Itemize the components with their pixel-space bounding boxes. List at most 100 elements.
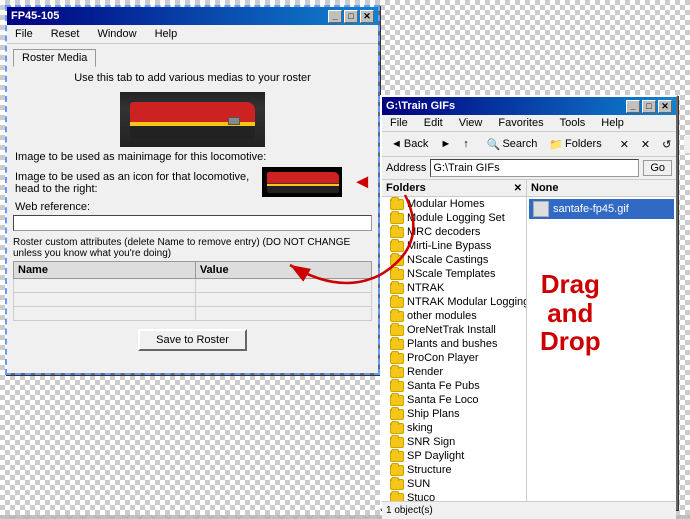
exp-menu-view[interactable]: View xyxy=(455,116,487,130)
delete-button[interactable]: ✕ xyxy=(615,136,634,153)
tab-roster-media[interactable]: Roster Media xyxy=(13,49,96,67)
explorer-toolbar: ◄ Back ► ↑ 🔍 Search 📁 Folders ✕ ✕ ↺ ▦ xyxy=(382,132,676,157)
search-button[interactable]: 🔍 Search xyxy=(482,136,543,153)
explorer-titlebar: G:\Train GIFs _ □ ✕ xyxy=(382,97,676,115)
menu-help[interactable]: Help xyxy=(151,27,182,41)
move-button[interactable]: ✕ xyxy=(636,136,655,153)
table-cell-name[interactable] xyxy=(14,279,196,293)
table-cell-value[interactable] xyxy=(195,279,371,293)
main-title: FP45-105 xyxy=(11,10,59,22)
tree-item[interactable]: Santa Fe Loco xyxy=(382,393,526,407)
main-titlebar-buttons: _ □ ✕ xyxy=(328,10,374,23)
main-image-area xyxy=(13,92,372,147)
forward-button[interactable]: ► xyxy=(435,136,456,152)
exp-menu-edit[interactable]: Edit xyxy=(420,116,447,130)
menu-reset[interactable]: Reset xyxy=(47,27,84,41)
main-window: FP45-105 _ □ ✕ File Reset Window Help Ro… xyxy=(5,5,380,375)
custom-attrs-section: Roster custom attributes (delete Name to… xyxy=(13,237,372,321)
file-item[interactable]: santafe-fp45.gif xyxy=(529,199,674,219)
tree-item[interactable]: Render xyxy=(382,365,526,379)
folder-icon xyxy=(390,493,404,502)
tree-item[interactable]: other modules xyxy=(382,309,526,323)
tree-item[interactable]: ProCon Player xyxy=(382,351,526,365)
minimize-button[interactable]: _ xyxy=(328,10,342,23)
explorer-minimize-button[interactable]: _ xyxy=(626,100,640,113)
table-cell-value[interactable] xyxy=(195,293,371,307)
right-panel-content[interactable]: santafe-fp45.gif xyxy=(527,197,676,501)
main-titlebar: FP45-105 _ □ ✕ xyxy=(7,7,378,25)
icon-loco-image[interactable] xyxy=(262,167,342,197)
go-button[interactable]: Go xyxy=(643,160,672,176)
tree-close-button[interactable]: ✕ xyxy=(514,183,522,194)
tree-item[interactable]: Santa Fe Pubs xyxy=(382,379,526,393)
explorer-maximize-button[interactable]: □ xyxy=(642,100,656,113)
tree-item[interactable]: Ship Plans xyxy=(382,407,526,421)
tree-item[interactable]: NTRAK Modular Logging xyxy=(382,295,526,309)
menu-file[interactable]: File xyxy=(11,27,37,41)
tree-item[interactable]: Plants and bushes xyxy=(382,337,526,351)
tree-item[interactable]: SP Daylight xyxy=(382,449,526,463)
folder-icon xyxy=(390,423,404,434)
main-loco-image[interactable] xyxy=(120,92,265,147)
tree-item[interactable]: SUN xyxy=(382,477,526,491)
maximize-button[interactable]: □ xyxy=(344,10,358,23)
views-button[interactable]: ▦ xyxy=(684,136,690,153)
explorer-statusbar: 1 object(s) xyxy=(382,501,676,519)
tree-item[interactable]: Modular Homes xyxy=(382,197,526,211)
folder-icon xyxy=(390,451,404,462)
icon-image-label: Image to be used as an icon for that loc… xyxy=(15,171,252,195)
right-panel-header: None xyxy=(527,180,676,197)
tree-item[interactable]: MRC decoders xyxy=(382,225,526,239)
attrs-table: Name Value xyxy=(13,261,372,321)
explorer-title: G:\Train GIFs xyxy=(386,100,455,112)
explorer-titlebar-buttons: _ □ ✕ xyxy=(626,100,672,113)
table-row xyxy=(14,279,372,293)
tree-item[interactable]: Mirti-Line Bypass xyxy=(382,239,526,253)
exp-menu-file[interactable]: File xyxy=(386,116,412,130)
explorer-menubar: File Edit View Favorites Tools Help xyxy=(382,115,676,132)
folder-icon xyxy=(390,297,404,308)
tree-item[interactable]: Module Logging Set xyxy=(382,211,526,225)
table-cell-value[interactable] xyxy=(195,307,371,321)
tree-item[interactable]: SNR Sign xyxy=(382,435,526,449)
tree-item[interactable]: Structure xyxy=(382,463,526,477)
exp-menu-help[interactable]: Help xyxy=(597,116,628,130)
close-button[interactable]: ✕ xyxy=(360,10,374,23)
table-cell-name[interactable] xyxy=(14,293,196,307)
tab-bar: Roster Media xyxy=(7,44,378,66)
exp-menu-tools[interactable]: Tools xyxy=(556,116,590,130)
save-to-roster-button[interactable]: Save to Roster xyxy=(138,329,247,351)
search-icon: 🔍 xyxy=(487,138,501,151)
address-input[interactable] xyxy=(430,159,639,177)
status-text: 1 object(s) xyxy=(386,505,433,516)
folder-icon xyxy=(390,213,404,224)
address-label: Address xyxy=(386,162,426,174)
address-bar: Address Go xyxy=(382,157,676,180)
back-button[interactable]: ◄ Back xyxy=(386,136,433,152)
folder-icon xyxy=(390,241,404,252)
file-icon xyxy=(533,201,549,217)
tree-item[interactable]: sking xyxy=(382,421,526,435)
menu-window[interactable]: Window xyxy=(93,27,140,41)
up-button[interactable]: ↑ xyxy=(458,136,474,152)
tree-item[interactable]: NScale Templates xyxy=(382,267,526,281)
table-cell-name[interactable] xyxy=(14,307,196,321)
right-panel: None santafe-fp45.gif xyxy=(527,180,676,501)
folder-icon xyxy=(390,325,404,336)
folder-icon xyxy=(390,339,404,350)
folder-tree[interactable]: Folders ✕ Modular HomesModule Logging Se… xyxy=(382,180,527,501)
tree-item[interactable]: OreNetTrak Install xyxy=(382,323,526,337)
folders-button[interactable]: 📁 Folders xyxy=(544,136,606,153)
forward-icon: ► xyxy=(440,138,451,150)
exp-menu-favorites[interactable]: Favorites xyxy=(494,116,547,130)
name-col-header: Name xyxy=(14,262,196,279)
tree-item[interactable]: NScale Castings xyxy=(382,253,526,267)
folder-list: Modular HomesModule Logging SetMRC decod… xyxy=(382,197,526,501)
folder-icon xyxy=(390,479,404,490)
refresh-button[interactable]: ↺ xyxy=(657,136,676,153)
tree-item[interactable]: Stuco xyxy=(382,491,526,501)
tree-item[interactable]: NTRAK xyxy=(382,281,526,295)
explorer-close-button[interactable]: ✕ xyxy=(658,100,672,113)
web-ref-input[interactable] xyxy=(13,215,372,231)
folder-icon xyxy=(390,353,404,364)
